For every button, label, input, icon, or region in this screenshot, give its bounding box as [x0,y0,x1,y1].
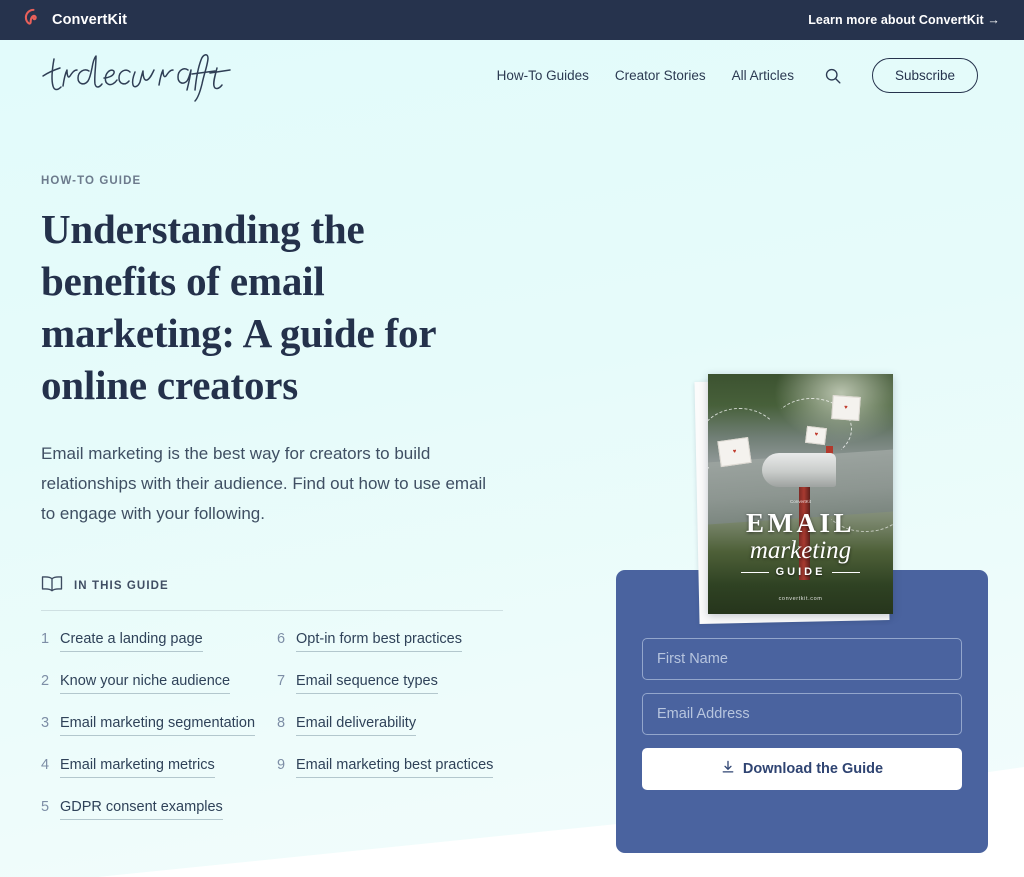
guide-item-link[interactable]: Email marketing best practices [296,755,494,778]
learn-more-link[interactable]: Learn more about ConvertKit → [808,13,1000,27]
list-item: 1 Create a landing page [41,629,277,652]
ebook-front-cover: ♥ ♥ ♥ ConvertKit EMAIL marketing GUIDE c… [708,374,893,614]
list-item: 3 Email marketing segmentation [41,713,277,736]
ebook-envelope-icon: ♥ [831,394,861,421]
nav-item-all-articles[interactable]: All Articles [732,68,794,83]
guide-item-number: 3 [41,715,50,731]
nav-item-how-to-guides[interactable]: How-To Guides [497,68,589,83]
convertkit-brand[interactable]: ConvertKit [24,8,127,32]
main-navigation: How-To Guides Creator Stories All Articl… [497,58,978,93]
page-title: Understanding the benefits of email mark… [41,206,436,408]
download-guide-button-label: Download the Guide [742,761,884,777]
subscribe-button[interactable]: Subscribe [871,58,978,93]
ebook-envelope-icon: ♥ [805,425,828,445]
ebook-cover-brand-tag: ConvertKit [789,498,812,504]
first-name-field[interactable] [642,638,962,680]
ebook-envelope-icon: ♥ [717,436,753,468]
guide-divider [41,610,503,611]
ebook-cover-kicker: GUIDE [708,566,893,578]
list-item: 8 Email deliverability [277,713,503,736]
guide-item-link[interactable]: Email sequence types [296,671,438,694]
list-item: 6 Opt-in form best practices [277,629,503,652]
convertkit-logo-icon [24,8,43,32]
guide-item-number: 2 [41,673,50,689]
guide-item-number: 9 [277,757,286,773]
guide-item-link[interactable]: Email marketing metrics [60,755,215,778]
hero-text-column: HOW-TO GUIDE Understanding the benefits … [41,175,541,839]
guide-item-number: 8 [277,715,286,731]
in-this-guide-header: IN THIS GUIDE [41,575,503,610]
list-item: 5 GDPR consent examples [41,797,277,820]
convertkit-brand-name: ConvertKit [52,12,128,28]
download-icon [721,760,735,778]
in-this-guide-block: IN THIS GUIDE 1 Create a landing page 2 … [41,575,503,839]
list-item: 7 Email sequence types [277,671,503,694]
guide-item-link[interactable]: Email deliverability [296,713,417,736]
ebook-cover-title: EMAIL [745,508,855,539]
guide-column-right: 6 Opt-in form best practices 7 Email seq… [277,629,503,839]
in-this-guide-label: IN THIS GUIDE [74,580,169,592]
search-icon[interactable] [822,65,844,87]
guide-item-number: 1 [41,631,50,647]
guide-item-number: 4 [41,757,50,773]
download-guide-button[interactable]: Download the Guide [642,748,962,790]
page-subhead: Email marketing is the best way for crea… [41,444,487,523]
guide-item-number: 7 [277,673,286,689]
convertkit-topbar: ConvertKit Learn more about ConvertKit → [0,0,1024,40]
guide-item-link[interactable]: Know your niche audience [60,671,231,694]
tradecraft-logo[interactable] [40,46,240,108]
list-item: 9 Email marketing best practices [277,755,503,778]
guide-item-link[interactable]: GDPR consent examples [60,797,223,820]
nav-item-creator-stories[interactable]: Creator Stories [615,68,706,83]
email-field[interactable] [642,693,962,735]
ebook-cover-subtitle: marketing [749,537,852,565]
guide-column-left: 1 Create a landing page 2 Know your nich… [41,629,277,839]
open-book-icon [41,575,63,597]
guide-item-link[interactable]: Email marketing segmentation [60,713,256,736]
page-eyebrow: HOW-TO GUIDE [41,175,142,187]
guide-item-number: 5 [41,799,50,815]
ebook-cover-url: convertkit.com [778,596,823,602]
list-item: 4 Email marketing metrics [41,755,277,778]
ebook-cover-image: ♥ ♥ ♥ ConvertKit EMAIL marketing GUIDE c… [694,374,893,624]
guide-item-number: 6 [277,631,286,647]
site-header: How-To Guides Creator Stories All Articl… [0,40,1024,115]
list-item: 2 Know your niche audience [41,671,277,694]
guide-item-link[interactable]: Create a landing page [60,629,203,652]
guide-columns: 1 Create a landing page 2 Know your nich… [41,629,503,839]
guide-item-link[interactable]: Opt-in form best practices [296,629,462,652]
